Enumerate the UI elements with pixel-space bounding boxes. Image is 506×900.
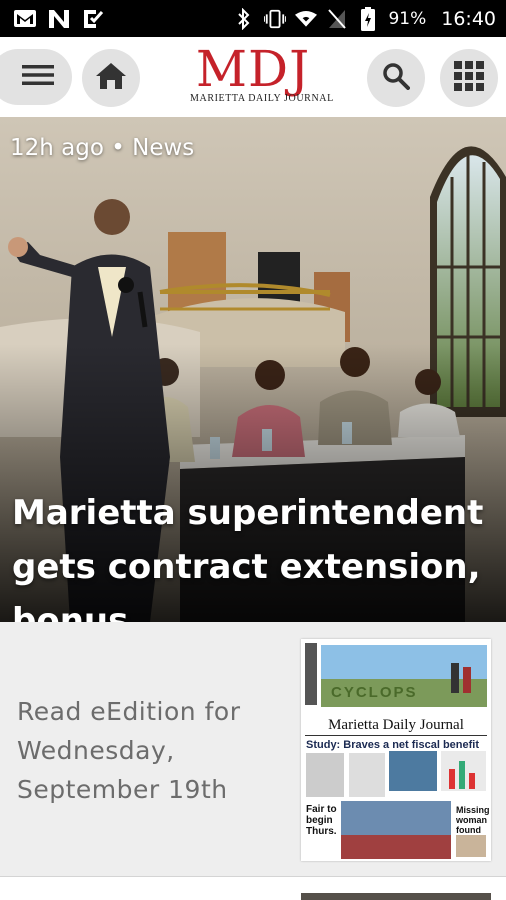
- no-sim-icon: [326, 8, 348, 30]
- top-story-card[interactable]: 12h ago • News Marietta superintendent g…: [0, 117, 506, 622]
- eedition-cover-thumbnail[interactable]: CYCLOPS Marietta Daily Journal Study: Br…: [301, 639, 491, 861]
- home-icon: [95, 62, 127, 94]
- grid-icon: [454, 61, 484, 95]
- next-story-card[interactable]: [0, 877, 506, 900]
- hamburger-menu-icon: [22, 64, 54, 90]
- clock: 16:40: [441, 7, 496, 30]
- site-logo[interactable]: MDJ MARIETTA DAILY JOURNAL: [190, 40, 334, 109]
- status-bar: 91% 16:40: [0, 0, 506, 37]
- story-headline[interactable]: Marietta superintendent gets contract ex…: [12, 486, 492, 622]
- logo-mark: MDJ: [195, 40, 311, 98]
- sections-grid-button[interactable]: [440, 49, 498, 107]
- home-button[interactable]: [82, 49, 140, 107]
- n-app-icon: [48, 8, 70, 30]
- story-meta: 12h ago • News: [10, 135, 195, 161]
- battery-percent: 91%: [388, 8, 427, 29]
- cover-side-story-left: Fair to begin Thurs.: [306, 804, 337, 837]
- cover-headline: Study: Braves a net fiscal benefit: [306, 739, 479, 751]
- cover-masthead: Marietta Daily Journal: [328, 717, 464, 733]
- wifi-icon: [295, 8, 318, 30]
- vibrate-icon: [264, 8, 287, 30]
- eedition-card[interactable]: Read eEdition for Wednesday, September 1…: [0, 622, 506, 876]
- bluetooth-icon: [233, 7, 255, 30]
- search-button[interactable]: [367, 49, 425, 107]
- menu-button[interactable]: [0, 49, 72, 105]
- search-icon: [382, 62, 410, 94]
- next-story-thumbnail: [301, 893, 491, 900]
- battery-charging-icon: [357, 6, 379, 31]
- app-bar: MDJ MARIETTA DAILY JOURNAL: [0, 37, 506, 117]
- eedition-label[interactable]: Read eEdition for Wednesday, September 1…: [17, 692, 287, 809]
- cover-side-story-right: Missing woman found: [456, 805, 490, 835]
- cover-banner: CYCLOPS: [331, 684, 418, 701]
- checklist-icon: [82, 8, 104, 30]
- gmail-icon: [14, 8, 36, 30]
- logo-subtitle: MARIETTA DAILY JOURNAL: [190, 93, 334, 104]
